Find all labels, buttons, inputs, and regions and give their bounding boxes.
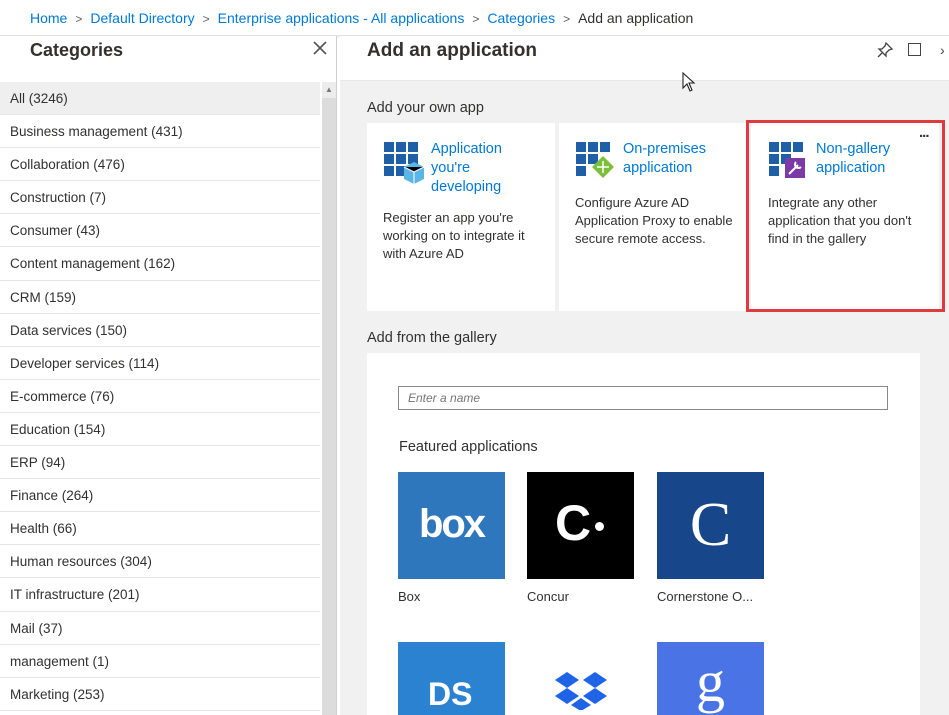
- category-item-education[interactable]: Education (154): [0, 413, 320, 447]
- tile-title-line: you're: [431, 160, 471, 176]
- concur-logo-dot: [595, 522, 604, 531]
- tile-title-line: Application: [431, 141, 502, 157]
- featured-app-docusign[interactable]: DS: [398, 642, 505, 715]
- category-list: All (3246) Business management (431) Col…: [0, 82, 320, 711]
- chevron-right-icon: >: [472, 12, 480, 26]
- docusign-logo: DS: [428, 676, 473, 712]
- box-logo: box: [418, 502, 486, 546]
- featured-app-concur[interactable]: C: [527, 472, 634, 579]
- category-item-health[interactable]: Health (66): [0, 512, 320, 546]
- tile-description: Register an app you're working on to int…: [383, 210, 525, 261]
- close-icon[interactable]: [313, 38, 327, 61]
- tile-title-line: On-premises: [623, 141, 706, 157]
- category-item-mail[interactable]: Mail (37): [0, 612, 320, 645]
- categories-title: Categories: [30, 40, 124, 60]
- close-icon[interactable]: ›: [940, 42, 945, 58]
- category-item-content-management[interactable]: Content management (162): [0, 247, 320, 281]
- category-item-e-commerce[interactable]: E-commerce (76): [0, 380, 320, 413]
- breadcrumb: Home > Default Directory > Enterprise applic…: [0, 0, 949, 36]
- chevron-right-icon: >: [202, 12, 210, 26]
- category-item-business-management[interactable]: Business management (431): [0, 115, 320, 149]
- chevron-right-icon: >: [75, 12, 83, 26]
- category-item-it-infrastructure[interactable]: IT infrastructure (201): [0, 578, 320, 612]
- featured-app-name: Concur: [527, 589, 569, 604]
- featured-app-name: Cornerstone O...: [657, 589, 754, 604]
- category-item-finance[interactable]: Finance (264): [0, 479, 320, 513]
- highlight-outline: [746, 120, 945, 312]
- featured-app-google[interactable]: g: [657, 642, 764, 715]
- app-grid-proxy-icon: [576, 142, 616, 187]
- google-logo: g: [696, 649, 725, 714]
- featured-app-box[interactable]: box: [398, 472, 505, 579]
- breadcrumb-current: Add an application: [578, 10, 694, 26]
- page-title: Add an application: [367, 40, 537, 61]
- category-item-all[interactable]: All (3246): [0, 82, 320, 116]
- category-item-consumer[interactable]: Consumer (43): [0, 214, 320, 248]
- app-grid-cube-icon: [384, 142, 426, 189]
- cornerstone-logo: C: [689, 491, 732, 559]
- more-options-button[interactable]: ...: [919, 124, 929, 141]
- category-item-developer-services[interactable]: Developer services (114): [0, 347, 320, 380]
- app-tile-on-premises[interactable]: On-premises application Configure Azure …: [559, 123, 747, 311]
- tile-title-line: application: [623, 160, 693, 176]
- own-app-section-label: Add your own app: [367, 100, 484, 116]
- dropbox-icon: [553, 670, 609, 715]
- app-tile-developing[interactable]: Application you're developing Register a…: [367, 123, 555, 311]
- featured-app-name: Box: [398, 589, 421, 604]
- concur-logo: C: [555, 495, 592, 551]
- breadcrumb-categories-link[interactable]: Categories: [487, 10, 555, 26]
- featured-app-dropbox[interactable]: [527, 642, 634, 715]
- category-scrollbar[interactable]: [322, 82, 336, 715]
- gallery-section-label: Add from the gallery: [367, 330, 497, 346]
- tile-description: Configure Azure AD Application Proxy to …: [575, 195, 733, 246]
- category-item-crm[interactable]: CRM (159): [0, 281, 320, 314]
- category-item-erp[interactable]: ERP (94): [0, 446, 320, 480]
- scroll-up-icon[interactable]: ▲: [322, 82, 336, 98]
- breadcrumb-home-link[interactable]: Home: [30, 10, 67, 26]
- category-item-construction[interactable]: Construction (7): [0, 181, 320, 215]
- category-item-marketing[interactable]: Marketing (253): [0, 678, 320, 711]
- featured-applications-label: Featured applications: [399, 439, 538, 455]
- tile-title-line: developing: [431, 179, 502, 195]
- mouse-cursor-icon: [682, 71, 696, 97]
- featured-app-cornerstone[interactable]: C: [657, 472, 764, 579]
- category-item-human-resources[interactable]: Human resources (304): [0, 545, 320, 579]
- category-item-data-services[interactable]: Data services (150): [0, 314, 320, 347]
- breadcrumb-directory-link[interactable]: Default Directory: [90, 10, 194, 26]
- category-item-management[interactable]: management (1): [0, 645, 320, 678]
- maximize-icon[interactable]: [908, 43, 921, 56]
- search-input[interactable]: [398, 386, 888, 410]
- breadcrumb-enterprise-apps-link[interactable]: Enterprise applications - All applicatio…: [218, 10, 465, 26]
- chevron-right-icon: >: [563, 12, 571, 26]
- category-item-collaboration[interactable]: Collaboration (476): [0, 148, 320, 182]
- pin-icon[interactable]: [877, 41, 894, 58]
